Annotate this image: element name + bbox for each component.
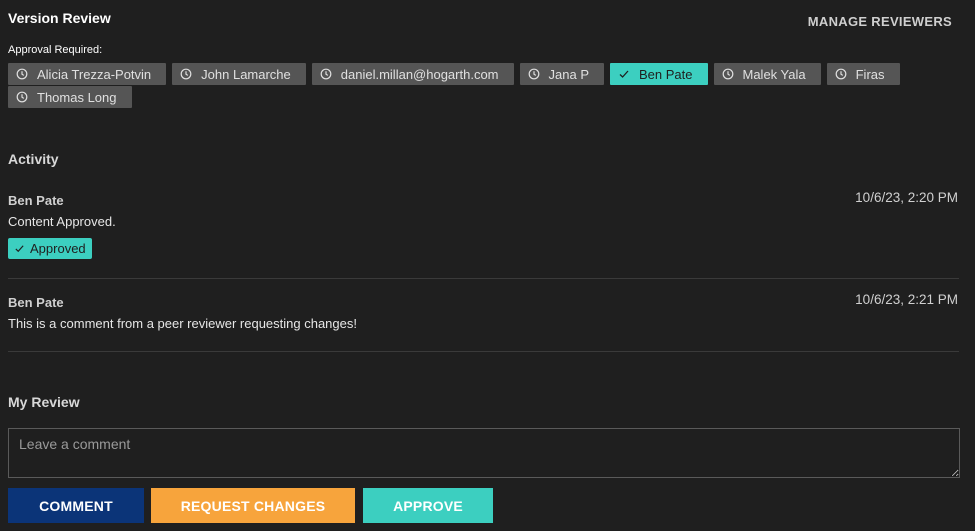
comment-button[interactable]: COMMENT [8,488,144,523]
activity-divider [8,278,959,279]
reviewer-chip: John Lamarche [172,63,306,85]
approved-badge-label: Approved [30,241,86,256]
manage-reviewers-link[interactable]: MANAGE REVIEWERS [808,14,952,29]
reviewer-chip: Jana P [519,63,604,85]
reviewer-name: Firas [855,66,885,82]
reviewer-name: Alicia Trezza-Potvin [37,66,152,82]
clock-icon [16,91,28,103]
reviewer-name: Thomas Long [37,89,117,105]
check-icon [14,243,25,254]
reviewer-chip: Thomas Long [8,86,132,108]
clock-icon [722,68,734,80]
activity-divider [8,351,959,352]
approved-badge: Approved [8,238,92,259]
clock-icon [16,68,28,80]
reviewer-chip-list: Alicia Trezza-Potvin John Lamarche danie… [8,63,938,108]
activity-timestamp: 10/6/23, 2:21 PM [855,292,958,307]
request-changes-button[interactable]: REQUEST CHANGES [151,488,355,523]
approval-required-label: Approval Required: [8,44,103,56]
reviewer-chip-approved: Ben Pate [610,63,708,85]
comment-input[interactable] [8,428,960,478]
page-title: Version Review [8,10,111,26]
my-review-title: My Review [8,394,80,410]
reviewer-name: Jana P [548,66,589,82]
approve-button[interactable]: APPROVE [363,488,493,523]
reviewer-chip: Malek Yala [713,63,821,85]
check-icon [618,68,630,80]
activity-text: Content Approved. [8,214,116,229]
reviewer-name: Malek Yala [742,66,806,82]
activity-timestamp: 10/6/23, 2:20 PM [855,190,958,205]
reviewer-chip: daniel.millan@hogarth.com [311,63,514,85]
reviewer-name: daniel.millan@hogarth.com [340,66,499,82]
activity-author: Ben Pate [8,295,64,310]
clock-icon [320,68,332,80]
activity-text: This is a comment from a peer reviewer r… [8,316,357,331]
clock-icon [528,68,540,80]
clock-icon [180,68,192,80]
reviewer-name: Ben Pate [639,66,693,82]
activity-author: Ben Pate [8,193,64,208]
reviewer-name: John Lamarche [201,66,291,82]
activity-title: Activity [8,151,59,167]
clock-icon [835,68,847,80]
reviewer-chip: Alicia Trezza-Potvin [8,63,167,85]
reviewer-chip: Firas [826,63,900,85]
